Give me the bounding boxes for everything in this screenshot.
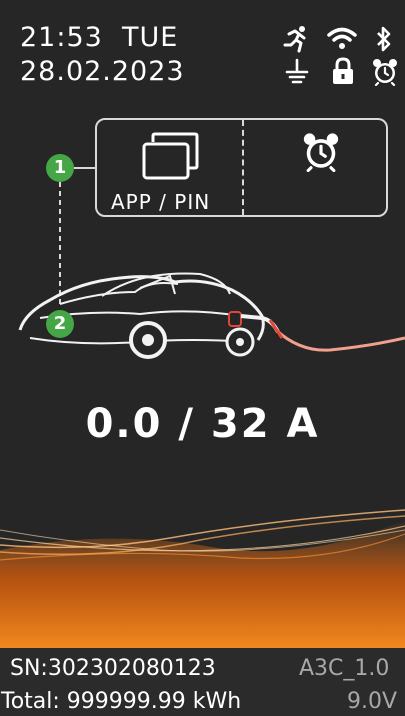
total-energy: Total: 999999.99 kWh <box>1 689 242 714</box>
voltage-reading: 9.0V <box>347 689 398 714</box>
charging-current: 0.0 / 32 A <box>85 401 320 447</box>
serial-number: SN:302302080123 <box>10 656 216 681</box>
callout-badge-2: 2 <box>46 310 74 338</box>
charger-display: 21:53 TUE 28.02.2023 APP / PIN 1 2 0.0 /… <box>0 0 405 716</box>
callout-badge-1: 1 <box>46 154 74 182</box>
firmware-version: A3C_1.0 <box>299 656 390 681</box>
device-info-footer: SN:302302080123 A3C_1.0 Total: 999999.99… <box>0 648 405 716</box>
energy-wave-graphic <box>0 509 405 650</box>
